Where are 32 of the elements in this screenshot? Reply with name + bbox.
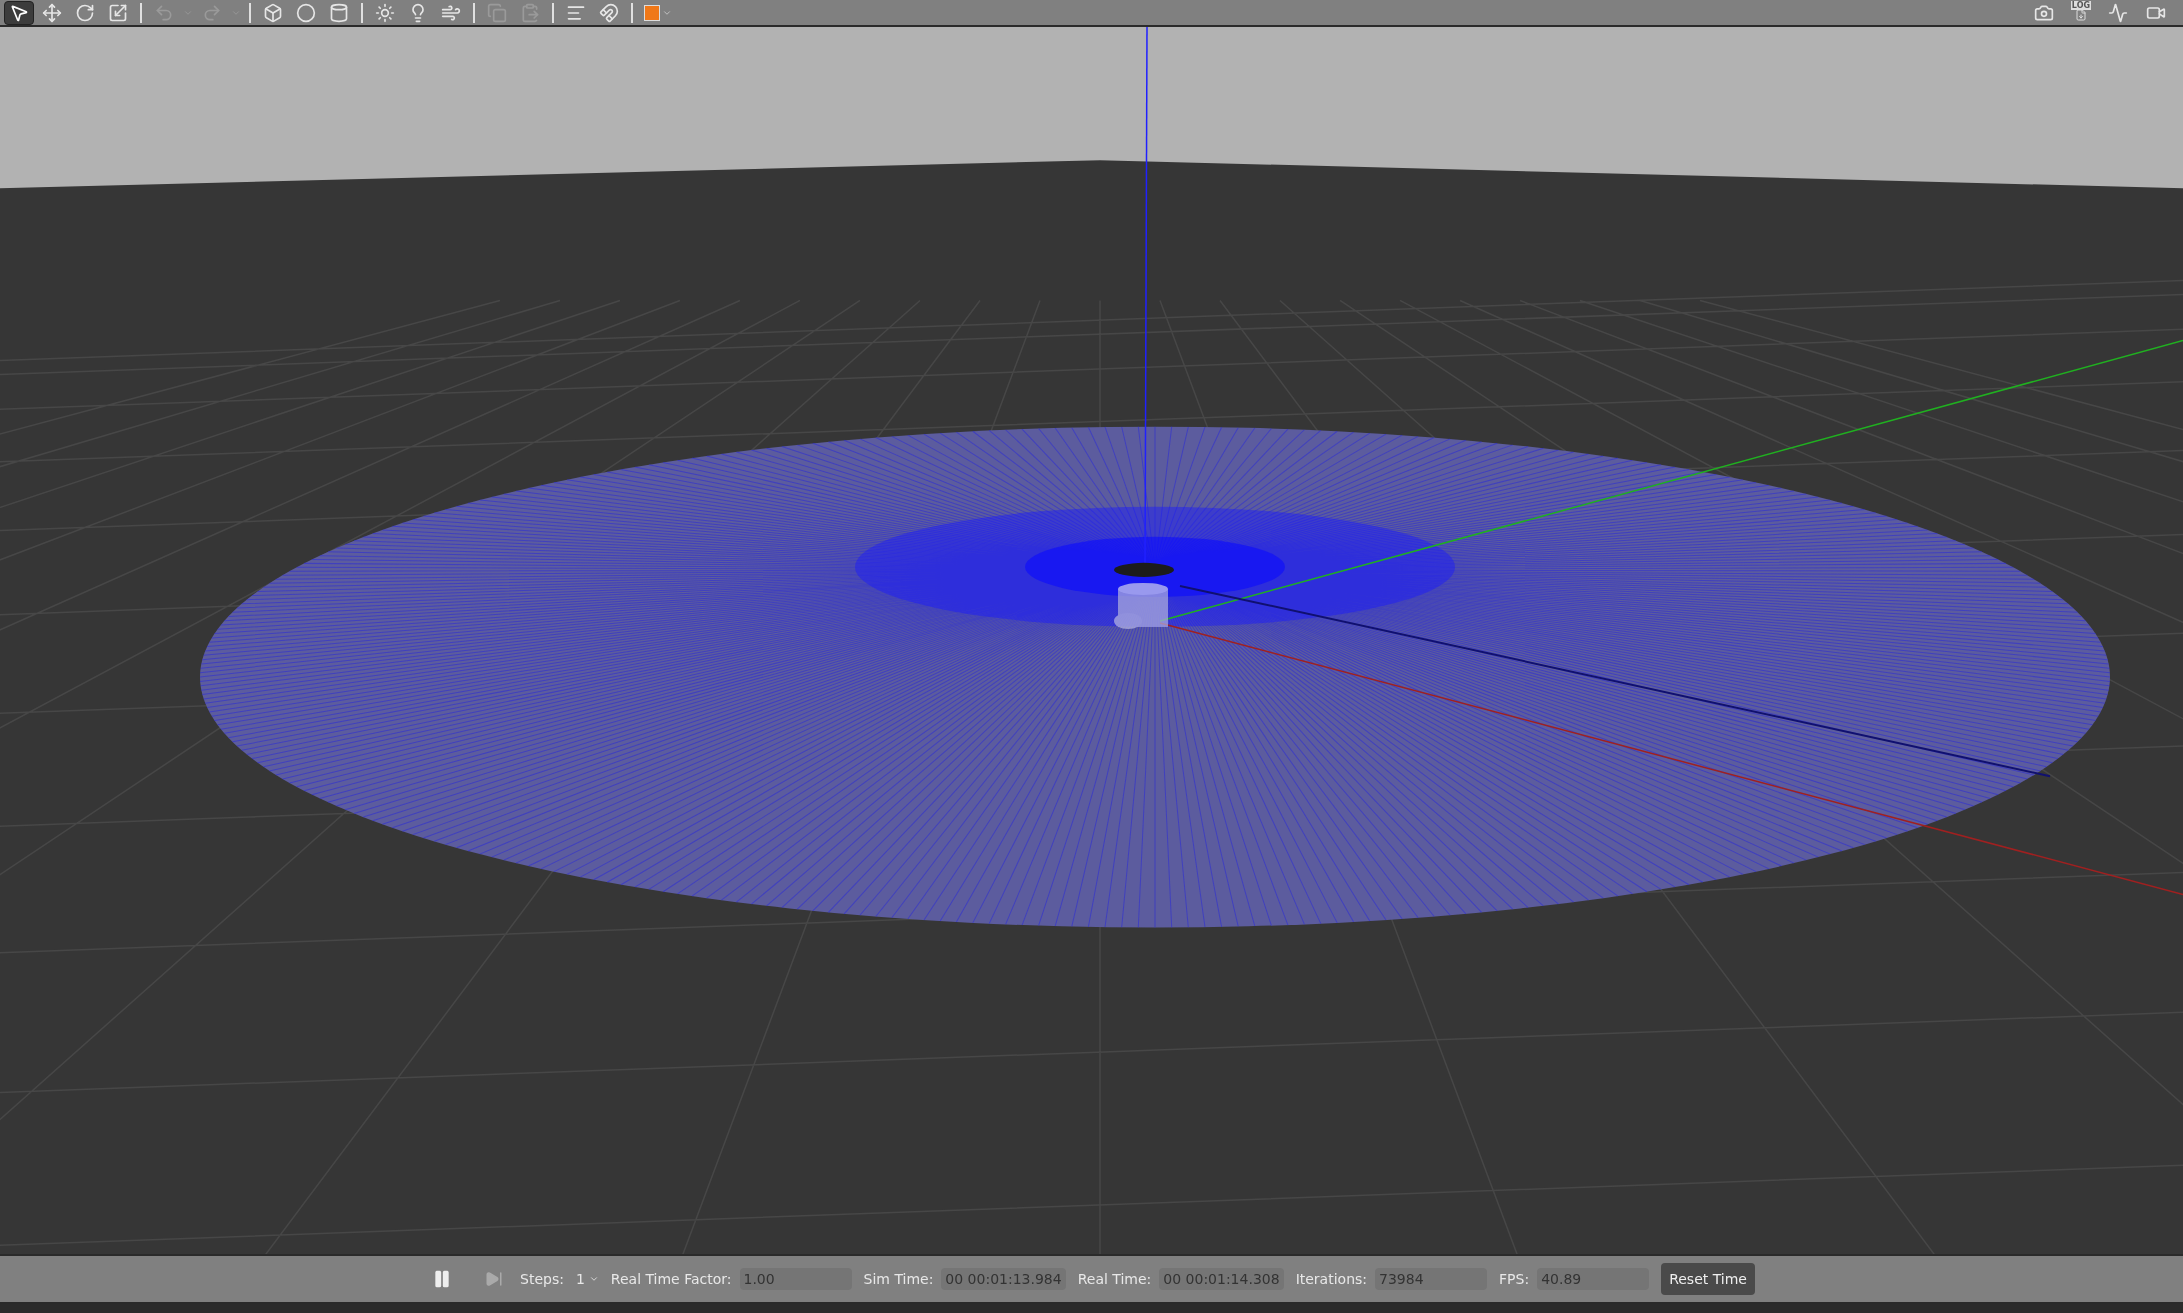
field-label: Iterations: [1295, 1269, 1368, 1289]
pointer-button[interactable] [4, 0, 34, 25]
field-label: Sim Time: [863, 1269, 934, 1289]
scale-icon [108, 2, 128, 23]
readout-field: 00 00:01:14.308 [1159, 1268, 1284, 1290]
move-arrows-icon [42, 2, 62, 23]
caret-icon [588, 1274, 599, 1284]
readout-field: 1.00 [739, 1268, 852, 1290]
sphere-icon [296, 2, 316, 23]
field-label: FPS: [1499, 1269, 1530, 1289]
line-chart-icon [2108, 2, 2128, 23]
cube-icon [644, 4, 660, 21]
steps-dropdown[interactable]: 1 [575, 1268, 599, 1290]
box-icon [263, 2, 283, 23]
redo-icon [202, 2, 222, 23]
cylinder-icon [329, 2, 349, 23]
log-button[interactable]: LOG [2066, 0, 2095, 25]
readout-field: 00 00:01:13.984 [941, 1268, 1066, 1290]
steps-label: Steps: [520, 1269, 564, 1289]
rotate-icon [75, 2, 95, 23]
reset-time-button[interactable]: Reset Time [1661, 1263, 1755, 1295]
sun-icon [375, 2, 395, 23]
simulation-viewport-drawing[interactable] [0, 27, 2183, 1254]
readout-field: 73984 [1375, 1268, 1488, 1290]
copy-icon [487, 2, 507, 23]
magnet-icon [599, 2, 619, 23]
paste-icon [520, 2, 540, 23]
field-label: Real Time Factor: [610, 1269, 732, 1289]
step-icon [485, 1270, 504, 1288]
readout-field: 40.89 [1537, 1268, 1650, 1290]
undo-icon [154, 2, 174, 23]
field-label: Real Time: [1077, 1269, 1152, 1289]
